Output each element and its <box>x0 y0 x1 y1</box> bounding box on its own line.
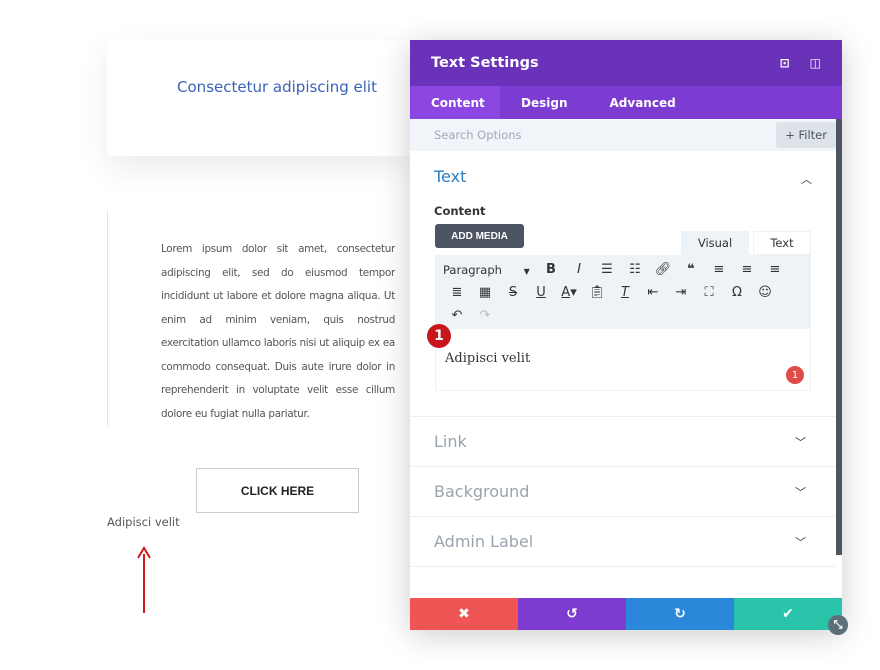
format-select[interactable]: Paragraph ▼ <box>443 263 537 277</box>
section-admin-label[interactable]: Admin Label ﹀ <box>410 516 836 566</box>
bold-icon[interactable]: B <box>537 262 565 277</box>
body-text: Lorem ipsum dolor sit amet, consectetur … <box>161 243 395 420</box>
filter-button[interactable]: + Filter <box>776 122 836 148</box>
underline-icon[interactable]: U <box>527 285 555 300</box>
section-background[interactable]: Background ﹀ <box>410 466 836 516</box>
preview-text: Adipisci velit <box>107 515 180 529</box>
fullscreen-editor-icon[interactable]: ⛶ <box>695 285 723 300</box>
tab-content[interactable]: Content <box>410 86 500 119</box>
section-text-title[interactable]: Text <box>434 167 466 186</box>
scrollbar[interactable] <box>836 119 842 555</box>
header-card <box>107 40 410 156</box>
click-here-button[interactable]: CLICK HERE <box>196 468 359 513</box>
search-options-input[interactable]: Search Options + Filter <box>410 119 842 151</box>
page-heading: Consectetur adipiscing elit <box>177 78 377 96</box>
text-color-icon[interactable]: A▾ <box>555 285 583 300</box>
tab-design[interactable]: Design <box>500 86 589 119</box>
chevron-up-icon[interactable]: ︿ <box>801 171 812 187</box>
blockquote-icon[interactable]: ❝ <box>677 262 705 277</box>
editor-content[interactable]: Adipisci velit <box>435 329 811 391</box>
content-label: Content <box>434 204 486 218</box>
clear-formatting-icon[interactable]: T <box>611 285 639 300</box>
arrow-up-icon <box>137 546 151 613</box>
undo-icon[interactable]: ↶ <box>443 308 471 323</box>
align-center-icon[interactable]: ≡ <box>733 262 761 277</box>
visual-tab[interactable]: Visual <box>681 231 749 255</box>
numbered-list-icon[interactable]: ☷ <box>621 262 649 277</box>
text-settings-modal: Text Settings ⊡ ◫ Content Design Advanced… <box>410 40 842 630</box>
fullscreen-icon[interactable]: ⊡ <box>780 56 790 70</box>
error-badge: 1 <box>786 366 804 384</box>
link-icon[interactable]: 🔗︎ <box>649 262 677 277</box>
editor-text: Adipisci velit <box>445 351 531 366</box>
editor-toolbar: Paragraph ▼ B I ☰ ☷ 🔗︎ ❝ ≡ ≡ ≡ ≣ ▦ S U A… <box>435 255 811 329</box>
undo-button[interactable]: ↺ <box>518 598 626 630</box>
sidebar-toggle-icon[interactable]: ◫ <box>810 56 821 70</box>
save-button[interactable]: ✔ <box>734 598 842 630</box>
text-tab[interactable]: Text <box>753 231 811 255</box>
step-badge: 1 <box>427 324 451 348</box>
align-right-icon[interactable]: ≡ <box>761 262 789 277</box>
bullet-list-icon[interactable]: ☰ <box>593 262 621 277</box>
section-link[interactable]: Link ﹀ <box>410 416 836 466</box>
search-placeholder: Search Options <box>434 128 522 142</box>
tab-advanced[interactable]: Advanced <box>589 86 697 119</box>
redo-button[interactable]: ↻ <box>626 598 734 630</box>
emoji-icon[interactable]: ☺ <box>751 285 779 300</box>
italic-icon[interactable]: I <box>565 262 593 277</box>
modal-title: Text Settings <box>431 55 539 71</box>
add-media-button[interactable]: ADD MEDIA <box>435 224 524 248</box>
indent-icon[interactable]: ⇥ <box>667 285 695 300</box>
modal-header: Text Settings ⊡ ◫ <box>410 40 842 86</box>
cancel-button[interactable]: ✖ <box>410 598 518 630</box>
table-icon[interactable]: ▦ <box>471 285 499 300</box>
outdent-icon[interactable]: ⇤ <box>639 285 667 300</box>
omega-icon[interactable]: Ω <box>723 285 751 300</box>
paste-text-icon[interactable]: 📋︎ <box>583 285 611 300</box>
strikethrough-icon[interactable]: S <box>499 285 527 300</box>
justify-icon[interactable]: ≣ <box>443 285 471 300</box>
resize-handle-icon[interactable]: ⤡ <box>828 615 848 635</box>
redo-icon[interactable]: ↷ <box>471 308 499 323</box>
align-left-icon[interactable]: ≡ <box>705 262 733 277</box>
